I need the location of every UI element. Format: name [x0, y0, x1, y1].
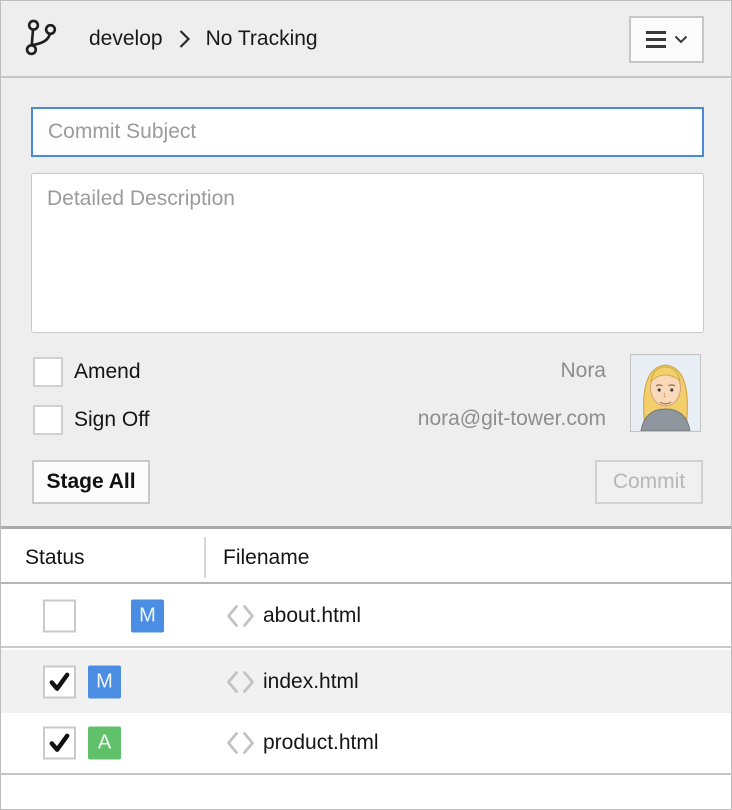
- table-row[interactable]: M index.html: [1, 650, 731, 713]
- column-header-status[interactable]: Status: [25, 531, 85, 584]
- filename-label: product.html: [263, 731, 379, 755]
- amend-checkbox[interactable]: [33, 357, 63, 387]
- table-row[interactable]: M about.html: [1, 586, 731, 648]
- tracking-status[interactable]: No Tracking: [206, 27, 318, 51]
- status-badge: A: [88, 727, 121, 760]
- code-file-icon: [225, 604, 256, 629]
- code-file-icon: [225, 731, 256, 756]
- amend-label: Amend: [74, 357, 141, 387]
- filename-label: about.html: [263, 604, 361, 628]
- hamburger-icon: [646, 31, 666, 48]
- commit-button[interactable]: Commit: [595, 460, 703, 504]
- git-branch-icon: [24, 16, 60, 65]
- stage-checkbox[interactable]: [43, 665, 76, 698]
- column-header-filename[interactable]: Filename: [223, 531, 309, 584]
- branch-menu-button[interactable]: [629, 16, 704, 63]
- commit-panel: develop No Tracking Amend Sign Off Nora …: [0, 0, 732, 810]
- filename-label: index.html: [263, 670, 359, 694]
- avatar[interactable]: [630, 354, 701, 432]
- author-email: nora@git-tower.com: [418, 407, 606, 431]
- column-divider[interactable]: [204, 537, 206, 578]
- status-badge: M: [131, 600, 164, 633]
- chevron-down-icon: [674, 31, 688, 49]
- chevron-right-icon: [178, 28, 191, 50]
- branch-header: develop No Tracking: [1, 1, 731, 78]
- author-name: Nora: [560, 359, 606, 383]
- status-badge: M: [88, 665, 121, 698]
- commit-description-input[interactable]: [31, 173, 704, 333]
- table-row[interactable]: A product.html: [1, 713, 731, 775]
- commit-subject-input[interactable]: [31, 107, 704, 157]
- breadcrumb: develop No Tracking: [89, 1, 318, 76]
- branch-name[interactable]: develop: [89, 27, 163, 51]
- stage-checkbox[interactable]: [43, 727, 76, 760]
- sign-off-label: Sign Off: [74, 405, 150, 435]
- sign-off-checkbox[interactable]: [33, 405, 63, 435]
- code-file-icon: [225, 669, 256, 694]
- file-table-header: Status Filename: [1, 531, 731, 584]
- stage-all-button[interactable]: Stage All: [32, 460, 150, 504]
- stage-checkbox[interactable]: [43, 600, 76, 633]
